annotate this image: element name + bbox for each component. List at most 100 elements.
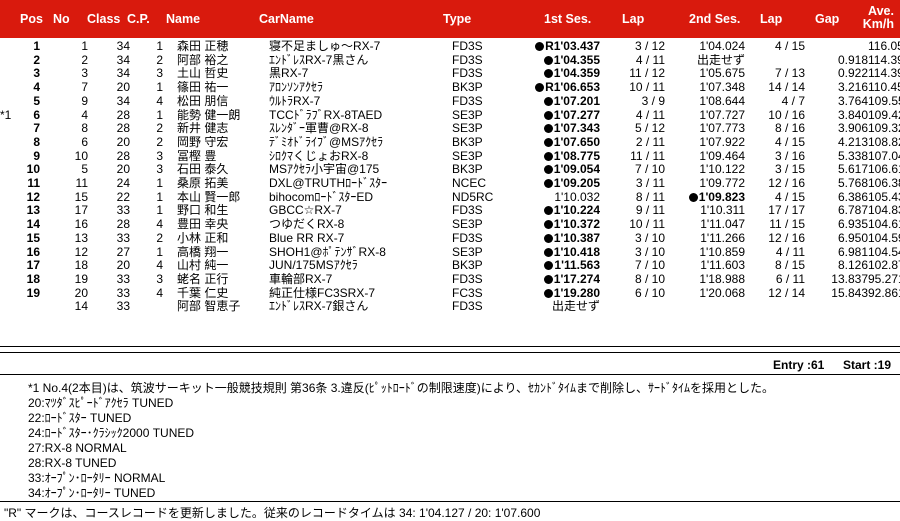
row-car-type-text: FD3S [452,94,483,108]
row-lap-1-text: 4 / 11 [635,53,665,67]
row-cp: 1 [130,109,163,123]
row-1st-session: 1'04.355 [522,54,600,68]
row-lap-2-text: 4 / 7 [781,94,805,108]
table-row: 12 15 22 1 本山 賢一郎 bihocomﾛｰﾄﾞｽﾀｰED ND5RC 1'10.0… [0,191,900,205]
table-row: 5 9 34 4 松田 朋信 ｳﾙﾄﾗRX-7 FD3S 1'07.201 3 / 9 1'08.… [0,95,900,109]
row-lap-2: 3 / 16 [745,150,805,164]
row-class-text: 28 [116,218,130,232]
row-gap [805,300,868,314]
row-lap-2: 14 / 14 [745,81,805,95]
row-driver-name: 桑原 拓美 [177,177,269,191]
best-lap-dot-icon [543,124,553,134]
row-pos: 4 [22,81,40,95]
row-car-type: BK3P [452,163,522,177]
row-lap-2: 4 / 15 [745,191,805,205]
row-pos: 18 [22,273,40,287]
row-ave-kmh-text: 109.552 [868,94,900,108]
row-car-name-text: つゆだくRX-8 [269,218,345,232]
row-gap-text: 3.216 [837,81,868,95]
row-mark [0,150,22,164]
row-car-type: SE3P [452,246,522,260]
row-lap-1: 5 / 12 [600,122,665,136]
table-row: 8 6 20 2 岡野 守宏 ﾃﾞﾐｵﾄﾞﾗｲﾌﾞ@MSｱｸｾﾗ BK3P 1'07.650 2… [0,136,900,150]
row-gap-text: 13.837 [831,272,868,286]
row-1st-session-text: 1'10.032 [554,190,600,204]
row-spacer [163,150,177,164]
row-car-type-text: FD3S [452,300,483,314]
row-driver-name: 野口 和生 [177,204,269,218]
best-lap-dot-icon [688,192,698,202]
row-car-name: Blue RR RX-7 [269,232,452,246]
row-car-type: SE3P [452,150,522,164]
row-mark-text: *1 [0,108,12,122]
row-no-text: 1 [81,40,88,53]
table-row: 1 1 34 1 森田 正穂 寝不足ましゅ～RX-7 FD3S R1'03.437 3 / 12… [0,40,900,54]
row-ave-kmh-text: 95.271 [868,271,900,286]
row-1st-session: 1'10.032 [522,191,600,205]
row-1st-session-text: 1'07.343 [553,122,600,136]
row-pos-text: 10 [26,163,40,177]
row-class-text: 20 [116,135,130,149]
row-class-text: 34 [116,40,130,53]
row-no-text: 6 [81,135,88,149]
row-lap-1-text: 8 / 10 [634,272,665,286]
row-pos: 19 [22,287,40,301]
row-driver-name: 能勢 健一朗 [177,109,269,123]
row-no-text: 20 [74,286,88,300]
best-lap-dot-icon [535,42,545,51]
row-driver-name: 篠田 祐一 [177,81,269,95]
row-1st-session: 1'07.650 [522,136,600,150]
row-cp-text: 1 [156,40,163,53]
row-2nd-session-text: 1'04.024 [699,40,745,53]
row-car-type-text: SE3P [452,122,483,136]
row-no-text: 12 [74,245,88,259]
row-no: 7 [40,81,88,95]
row-2nd-session-text: 1'20.068 [699,286,745,300]
row-class: 24 [88,177,130,191]
row-driver-name: 小林 正和 [177,232,269,246]
row-car-name-text: 車輪部RX-7 [269,272,333,286]
row-1st-session: 出走せず [522,300,600,314]
row-gap: 5.338 [805,150,868,164]
row-gap: 5.768 [805,177,868,191]
row-ave-kmh: 114.390 [868,67,900,81]
row-driver-name: 松田 朋信 [177,95,269,109]
row-spacer [163,232,177,246]
divider-line [0,374,900,375]
row-gap-text: 6.787 [837,204,868,218]
row-car-name: ｱﾛﾝｿﾝｱｸｾﾗ [269,81,452,95]
row-lap-2-text: 10 / 16 [768,108,805,122]
row-driver-name: 冨樫 豊 [177,150,269,164]
row-2nd-session: 1'07.922 [665,136,745,150]
row-lap-1-text: 3 / 11 [635,177,665,191]
best-lap-dot-icon [543,96,553,106]
row-2nd-session: 1'20.068 [665,287,745,301]
row-car-name: 黒RX-7 [269,67,452,81]
row-no-text: 3 [81,67,88,81]
row-spacer [163,300,177,314]
row-class: 27 [88,246,130,260]
row-cp: 4 [130,218,163,232]
row-driver-name: 高橋 翔一 [177,246,269,260]
row-gap: 3.216 [805,81,868,95]
table-row: 15 13 33 2 小林 正和 Blue RR RX-7 FD3S 1'10.387 3 / … [0,232,900,246]
row-cp: 1 [130,81,163,95]
row-car-name-text: ｳﾙﾄﾗRX-7 [269,94,321,108]
row-lap-1: 10 / 11 [600,218,665,232]
row-mark [0,122,22,136]
row-spacer [163,67,177,81]
row-car-type: FD3S [452,204,522,218]
row-driver-name: 森田 正穂 [177,40,269,54]
row-1st-session: 1'10.387 [522,232,600,246]
row-driver-name-text: 高橋 翔一 [177,245,229,259]
row-pos [22,300,40,314]
row-driver-name: 本山 賢一郎 [177,191,269,205]
row-no: 12 [40,246,88,260]
row-cp: 2 [130,136,163,150]
row-lap-1-text: 3 / 10 [634,245,665,259]
row-car-name: 寝不足ましゅ～RX-7 [269,40,452,54]
row-pos-text: 16 [26,245,40,259]
row-1st-session: 1'07.201 [522,95,600,109]
row-1st-session: 1'10.372 [522,218,600,232]
row-cp-text: 4 [156,259,163,273]
